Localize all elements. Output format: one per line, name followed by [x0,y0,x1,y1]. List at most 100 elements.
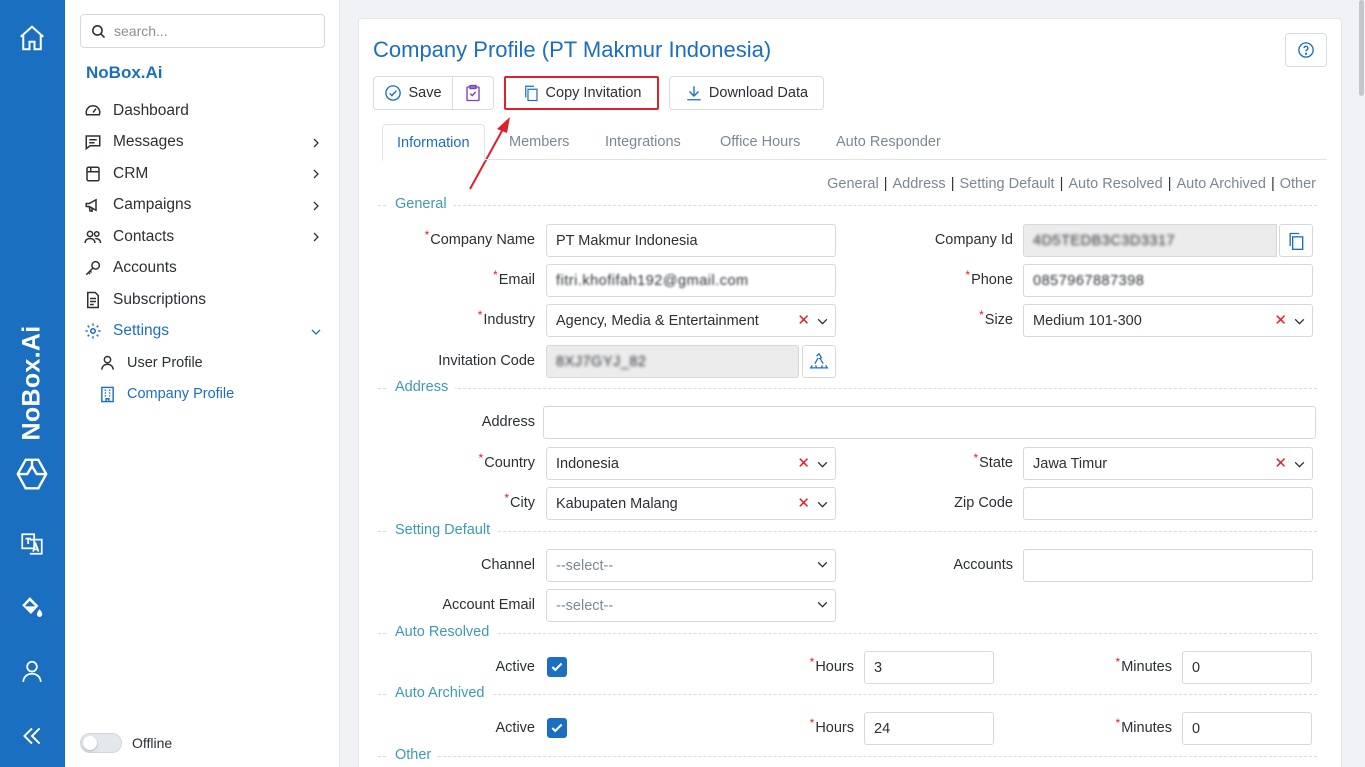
sidebar-item-contacts[interactable]: Contacts [83,221,328,253]
sidebar-item-company-profile[interactable]: Company Profile [83,379,328,411]
address-input[interactable] [543,406,1316,439]
country-select[interactable]: Indonesia ✕ [546,447,836,480]
download-data-label: Download Data [708,85,809,101]
tab-integrations[interactable]: Integrations [591,124,695,160]
sidebar-item-messages[interactable]: Messages [83,127,328,159]
gauge-icon [83,101,103,121]
tab-information[interactable]: Information [382,124,485,161]
city-select[interactable]: Kabupaten Malang ✕ [546,487,836,520]
auto-archived-hours-input[interactable]: 24 [864,712,994,745]
company-name-input[interactable]: PT Makmur Indonesia [546,224,836,257]
chevron-down-icon [1294,318,1305,325]
check-circle-icon [385,85,402,101]
sidebar-item-label: Campaigns [113,196,192,214]
link-auto-archived[interactable]: Auto Archived [1176,176,1265,192]
save-button[interactable]: Save [373,76,453,110]
sidebar-item-dashboard[interactable]: Dashboard [83,95,328,127]
sidebar-item-settings[interactable]: Settings [83,316,328,348]
sidebar-item-label: Company Profile [127,386,235,403]
section-setting-default: Setting Default [378,522,1317,538]
crm-icon [83,164,103,184]
zip-code-label: Zip Code [954,495,1013,511]
auto-archived-active-checkbox[interactable] [547,718,567,738]
sidebar-item-accounts[interactable]: Accounts [83,253,328,285]
phone-input[interactable]: 0857967887398 [1023,264,1313,297]
clear-icon[interactable]: ✕ [797,496,810,512]
link-address[interactable]: Address [892,176,945,192]
chevron-right-icon [310,199,322,217]
sidebar-item-label: Settings [113,322,170,340]
copy-company-id-button[interactable] [1279,224,1313,257]
email-input[interactable]: fitri.khofifah192@gmail.com [546,264,836,297]
search-input[interactable] [114,23,314,39]
home-icon[interactable] [15,21,49,55]
search-icon [92,24,106,38]
auto-resolved-hours-input[interactable]: 3 [864,651,994,684]
section-title: Auto Archived [388,685,492,701]
scrollbar-thumb[interactable] [1359,0,1364,96]
accounts-input[interactable] [1023,549,1313,582]
collapse-icon[interactable] [15,719,49,753]
chevron-right-icon [310,230,322,248]
megaphone-icon [83,195,103,215]
clear-icon[interactable]: ✕ [1274,456,1287,472]
company-name-label: *Company Name [424,228,535,248]
zip-code-input[interactable] [1023,487,1313,520]
auto-resolved-minutes-input[interactable]: 0 [1182,651,1312,684]
copy-invitation-label: Copy Invitation [545,85,642,101]
channel-label: Channel [480,557,535,573]
sidebar-item-crm[interactable]: CRM [83,158,328,190]
message-icon [83,132,103,152]
clear-icon[interactable]: ✕ [797,456,810,472]
section-other: Other [378,747,1317,763]
industry-select[interactable]: Agency, Media & Entertainment ✕ [546,304,836,337]
link-setting-default[interactable]: Setting Default [959,176,1054,192]
page-scrollbar[interactable] [1357,0,1365,767]
clear-icon[interactable]: ✕ [1274,313,1287,329]
link-general[interactable]: General [827,176,879,192]
tab-office-hours[interactable]: Office Hours [706,124,814,160]
sidebar-item-campaigns[interactable]: Campaigns [83,190,328,222]
clipboard-button[interactable] [452,76,494,110]
chevron-down-icon [310,325,322,343]
invitation-code-field: 8XJ7GYJ_82 [546,345,799,378]
check-icon [551,662,563,672]
sidebar-item-subscriptions[interactable]: Subscriptions [83,284,328,316]
copy-icon [1289,232,1304,250]
auto-resolved-active-checkbox[interactable] [547,657,567,677]
regenerate-code-button[interactable] [802,345,836,378]
user-icon[interactable] [15,654,49,688]
tab-auto-responder[interactable]: Auto Responder [822,124,955,160]
help-button[interactable] [1285,33,1327,67]
chevron-down-icon [817,461,828,468]
auto-resolved-minutes-label: *Minutes [1115,655,1172,675]
tab-bar: Information Members Integrations Office … [382,124,1327,161]
tab-members[interactable]: Members [495,124,583,160]
section-title: Other [388,747,439,763]
paint-bucket-icon[interactable] [15,591,49,625]
copy-invitation-button[interactable]: Copy Invitation [504,76,659,110]
address-label: Address [481,414,535,430]
org-name: NoBox.Ai [86,63,163,82]
phone-label: *Phone [965,268,1013,288]
online-toggle[interactable] [80,733,122,753]
link-auto-resolved[interactable]: Auto Resolved [1068,176,1162,192]
chevron-down-icon [1294,461,1305,468]
chevron-right-icon [310,136,322,154]
chevron-down-icon [817,318,828,325]
clipboard-check-icon [466,84,480,102]
clear-icon[interactable]: ✕ [797,313,810,329]
size-select[interactable]: Medium 101-300 ✕ [1023,304,1313,337]
auto-archived-minutes-input[interactable]: 0 [1182,712,1312,745]
sidebar-item-user-profile[interactable]: User Profile [83,347,328,379]
sidebar-item-label: Accounts [113,259,177,277]
translate-icon[interactable] [15,527,49,561]
channel-select[interactable]: --select-- [546,549,836,582]
download-data-button[interactable]: Download Data [669,76,824,110]
search-box[interactable] [80,14,325,48]
link-other[interactable]: Other [1280,176,1316,192]
sidebar-item-label: User Profile [127,354,203,371]
account-email-select[interactable]: --select-- [546,589,836,622]
state-select[interactable]: Jawa Timur ✕ [1023,447,1313,480]
document-icon [83,290,103,310]
